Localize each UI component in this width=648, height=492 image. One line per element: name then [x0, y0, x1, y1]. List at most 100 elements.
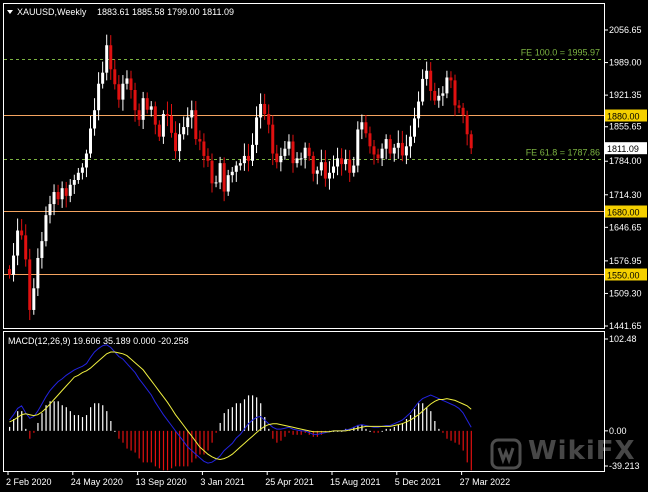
candle-body[interactable]: [437, 95, 441, 101]
candle-body[interactable]: [157, 124, 161, 137]
candle-body[interactable]: [109, 45, 113, 70]
candle-body[interactable]: [182, 127, 186, 135]
candle-body[interactable]: [190, 110, 194, 118]
candle-body[interactable]: [24, 235, 28, 260]
candle-body[interactable]: [97, 83, 101, 111]
candle-body[interactable]: [153, 106, 157, 125]
candle-body[interactable]: [194, 110, 198, 140]
candle-body[interactable]: [417, 101, 421, 119]
candle-body[interactable]: [392, 147, 396, 154]
candle-body[interactable]: [40, 241, 44, 258]
candle-body[interactable]: [429, 70, 433, 91]
candle-body[interactable]: [368, 133, 372, 147]
candle-body[interactable]: [56, 192, 60, 200]
candle-body[interactable]: [210, 160, 214, 184]
candle-body[interactable]: [178, 134, 182, 152]
candle-body[interactable]: [32, 288, 36, 310]
candle-body[interactable]: [384, 139, 388, 149]
candle-body[interactable]: [214, 182, 218, 184]
candle-body[interactable]: [267, 114, 271, 125]
candles[interactable]: [8, 34, 473, 321]
candle-body[interactable]: [421, 78, 425, 102]
candle-body[interactable]: [129, 78, 133, 90]
candle-body[interactable]: [307, 147, 311, 156]
candle-body[interactable]: [311, 155, 315, 174]
candle-body[interactable]: [48, 204, 52, 216]
candle-body[interactable]: [259, 103, 263, 118]
candle-body[interactable]: [242, 155, 246, 164]
candle-body[interactable]: [469, 134, 473, 149]
candle-body[interactable]: [238, 163, 242, 166]
candle-body[interactable]: [20, 230, 24, 236]
candle-body[interactable]: [165, 114, 169, 116]
candle-body[interactable]: [271, 124, 275, 154]
candle-body[interactable]: [186, 117, 190, 128]
candle-body[interactable]: [327, 172, 331, 179]
candle-body[interactable]: [303, 147, 307, 159]
candle-body[interactable]: [230, 171, 234, 176]
candle-body[interactable]: [174, 132, 178, 152]
candle-body[interactable]: [170, 115, 173, 133]
candle-body[interactable]: [206, 155, 210, 161]
candle-body[interactable]: [255, 117, 259, 145]
candle-body[interactable]: [287, 141, 291, 149]
symbol-dropdown-icon[interactable]: [7, 10, 13, 14]
candle-body[interactable]: [376, 154, 380, 159]
candle-body[interactable]: [89, 128, 92, 154]
candle-body[interactable]: [80, 167, 84, 173]
candle-body[interactable]: [356, 129, 360, 166]
candle-body[interactable]: [332, 166, 335, 173]
candle-body[interactable]: [28, 259, 32, 310]
candle-body[interactable]: [222, 163, 226, 192]
candle-body[interactable]: [400, 142, 404, 156]
candle-body[interactable]: [64, 188, 68, 196]
candle-body[interactable]: [323, 162, 327, 179]
candle-body[interactable]: [388, 139, 392, 154]
candle-body[interactable]: [336, 158, 340, 167]
candle-body[interactable]: [141, 98, 145, 120]
candle-body[interactable]: [408, 136, 412, 147]
candle-body[interactable]: [453, 80, 457, 106]
candle-body[interactable]: [60, 188, 64, 200]
candle-body[interactable]: [12, 255, 16, 275]
candle-body[interactable]: [52, 192, 56, 205]
candle-body[interactable]: [161, 114, 165, 137]
candle-body[interactable]: [295, 158, 299, 164]
candle-body[interactable]: [348, 159, 352, 173]
candle-body[interactable]: [93, 110, 97, 129]
candle-body[interactable]: [425, 70, 429, 79]
candle-body[interactable]: [8, 269, 11, 275]
candle-body[interactable]: [251, 144, 254, 161]
candle-body[interactable]: [117, 84, 121, 100]
candle-body[interactable]: [360, 122, 364, 130]
candle-body[interactable]: [457, 105, 461, 108]
candle-body[interactable]: [84, 153, 88, 168]
candle-body[interactable]: [133, 89, 137, 111]
candle-body[interactable]: [68, 184, 72, 196]
candle-body[interactable]: [16, 230, 20, 256]
candle-body[interactable]: [372, 146, 376, 155]
candle-body[interactable]: [263, 103, 267, 115]
candle-body[interactable]: [149, 106, 153, 110]
candle-body[interactable]: [465, 115, 469, 135]
candle-body[interactable]: [279, 155, 283, 163]
candle-body[interactable]: [433, 90, 437, 101]
candle-body[interactable]: [105, 45, 109, 73]
candle-body[interactable]: [352, 165, 356, 173]
candle-body[interactable]: [404, 146, 408, 156]
chart-canvas[interactable]: 1880.00 1680.00 1550.00 FE 100.0 = 1995.97 F…: [0, 0, 648, 492]
candle-body[interactable]: [319, 162, 323, 171]
macd-label[interactable]: MACD(12,26,9) 19.606 35.189 0.000 -20.25…: [8, 336, 189, 346]
candle-body[interactable]: [364, 122, 368, 134]
candle-body[interactable]: [234, 165, 238, 172]
candle-body[interactable]: [315, 170, 319, 174]
candle-body[interactable]: [413, 118, 416, 137]
candle-body[interactable]: [125, 78, 129, 84]
candle-body[interactable]: [101, 72, 105, 84]
candle-body[interactable]: [291, 141, 295, 164]
candle-body[interactable]: [218, 163, 222, 183]
candle-body[interactable]: [344, 159, 348, 165]
candle-body[interactable]: [202, 141, 206, 156]
trading-chart-window[interactable]: 1880.00 1680.00 1550.00 FE 100.0 = 1995.97 F…: [0, 0, 648, 492]
candle-body[interactable]: [283, 148, 287, 156]
